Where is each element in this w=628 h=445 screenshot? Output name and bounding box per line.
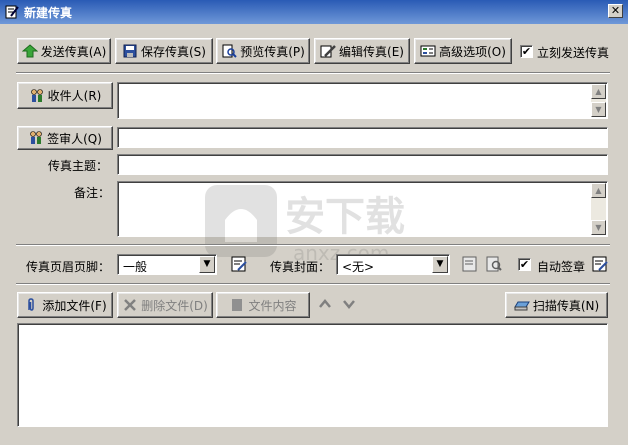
header-footer-label: 传真页眉页脚： bbox=[26, 260, 111, 274]
delete-icon bbox=[124, 299, 137, 311]
note-input[interactable]: ▲ ▼ bbox=[117, 181, 608, 237]
approver-input[interactable] bbox=[117, 127, 608, 148]
scan-fax-button[interactable]: 扫描传真(N) bbox=[505, 292, 608, 318]
chevron-down-icon[interactable]: ▼ bbox=[432, 256, 448, 273]
auto-sign-checkbox[interactable]: ✔ bbox=[518, 258, 531, 271]
add-file-button[interactable]: 添加文件(F) bbox=[17, 292, 113, 318]
delete-file-button[interactable]: 删除文件(D) bbox=[117, 292, 213, 318]
file-content-label: 文件内容 bbox=[248, 298, 297, 313]
people-icon bbox=[30, 88, 43, 102]
move-down-icon[interactable] bbox=[341, 296, 357, 312]
scanner-icon bbox=[513, 301, 530, 311]
people-icon bbox=[30, 131, 42, 144]
auto-sign-label: 自动签章 bbox=[537, 260, 586, 274]
note-label: 备注： bbox=[74, 186, 111, 200]
send-icon bbox=[21, 44, 38, 58]
scroll-up-icon[interactable]: ▲ bbox=[591, 183, 606, 198]
close-icon: ✕ bbox=[610, 4, 621, 17]
file-list[interactable] bbox=[17, 323, 608, 427]
save-fax-label: 保存传真(S) bbox=[141, 44, 206, 59]
header-footer-edit-icon[interactable] bbox=[230, 255, 248, 273]
preview-icon bbox=[222, 44, 237, 58]
cover-edit-icon[interactable] bbox=[461, 255, 479, 273]
send-now-checkbox[interactable]: ✔ bbox=[520, 45, 533, 58]
scan-fax-label: 扫描传真(N) bbox=[532, 298, 600, 313]
delete-file-label: 删除文件(D) bbox=[141, 298, 208, 313]
subject-label: 传真主题： bbox=[48, 159, 109, 173]
approver-button-label: 签审人(Q) bbox=[47, 131, 102, 146]
recipient-scrollbar[interactable]: ▲ ▼ bbox=[591, 84, 606, 117]
note-scrollbar[interactable]: ▲ ▼ bbox=[591, 183, 606, 235]
send-fax-button[interactable]: 发送传真(A) bbox=[17, 38, 111, 64]
form-divider bbox=[16, 244, 610, 246]
document-icon bbox=[232, 299, 243, 311]
recipient-button[interactable]: 收件人(R) bbox=[17, 82, 113, 109]
subject-input[interactable] bbox=[117, 154, 608, 175]
signature-edit-icon[interactable] bbox=[591, 255, 609, 273]
approver-button[interactable]: 签审人(Q) bbox=[17, 126, 113, 150]
edit-fax-label: 编辑传真(E) bbox=[339, 44, 404, 59]
options-divider bbox=[16, 283, 610, 285]
check-icon: ✔ bbox=[519, 258, 530, 271]
scroll-down-icon[interactable]: ▼ bbox=[591, 102, 606, 117]
cover-preview-icon[interactable] bbox=[485, 255, 503, 273]
send-now-label: 立刻发送传真 bbox=[537, 46, 610, 60]
cover-value: <无> bbox=[342, 260, 375, 274]
advanced-options-button[interactable]: 高级选项(O) bbox=[414, 38, 512, 64]
title-bar[interactable]: 新建传真 ✕ bbox=[0, 0, 628, 24]
file-content-button[interactable]: 文件内容 bbox=[216, 292, 310, 318]
cover-select[interactable]: <无> ▼ bbox=[336, 254, 450, 275]
edit-fax-button[interactable]: 编辑传真(E) bbox=[314, 38, 410, 64]
send-fax-label: 发送传真(A) bbox=[40, 44, 107, 59]
paperclip-icon bbox=[28, 298, 35, 311]
move-up-icon[interactable] bbox=[317, 296, 333, 312]
check-icon: ✔ bbox=[521, 45, 532, 58]
advanced-options-label: 高级选项(O) bbox=[439, 44, 506, 59]
close-button[interactable]: ✕ bbox=[608, 4, 623, 18]
add-file-label: 添加文件(F) bbox=[42, 298, 107, 313]
scroll-down-icon[interactable]: ▼ bbox=[591, 220, 606, 235]
save-icon bbox=[123, 44, 137, 58]
save-fax-button[interactable]: 保存传真(S) bbox=[115, 38, 213, 64]
toolbar-divider bbox=[16, 72, 610, 74]
scroll-up-icon[interactable]: ▲ bbox=[591, 84, 606, 99]
preview-fax-button[interactable]: 预览传真(P) bbox=[216, 38, 310, 64]
header-footer-value: 一般 bbox=[123, 260, 148, 274]
header-footer-select[interactable]: 一般 ▼ bbox=[117, 254, 217, 275]
cover-label: 传真封面： bbox=[270, 260, 331, 274]
recipient-input[interactable]: ▲ ▼ bbox=[117, 82, 608, 119]
chevron-down-icon[interactable]: ▼ bbox=[199, 256, 215, 273]
preview-fax-label: 预览传真(P) bbox=[240, 44, 305, 59]
window-title: 新建传真 bbox=[24, 6, 73, 20]
edit-icon bbox=[320, 45, 336, 58]
options-icon bbox=[420, 45, 436, 57]
new-fax-window: 新建传真 ✕ 发送传真(A) 保存传真(S) 预览传真(P) 编辑传真(E) 高… bbox=[0, 0, 628, 445]
recipient-button-label: 收件人(R) bbox=[47, 89, 102, 103]
fax-edit-icon bbox=[5, 5, 19, 19]
